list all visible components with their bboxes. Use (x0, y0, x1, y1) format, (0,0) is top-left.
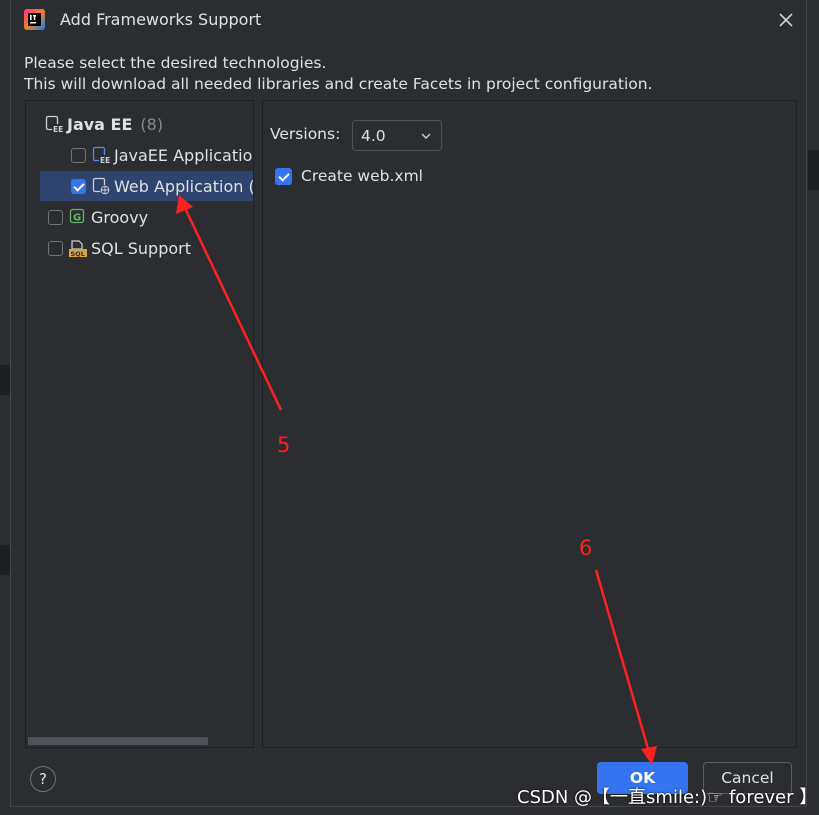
tree-item-label: SQL Support (91, 238, 191, 258)
svg-text:EE: EE (53, 125, 63, 133)
svg-text:SQL: SQL (71, 250, 85, 257)
create-webxml-option[interactable]: Create web.xml (275, 167, 423, 185)
dialog-titlebar: Add Frameworks Support (11, 0, 806, 40)
versions-dropdown[interactable]: 4.0 (352, 120, 442, 151)
tree-item-groovy[interactable]: G Groovy (48, 202, 148, 232)
sql-support-checkbox[interactable] (48, 240, 63, 256)
javaee-app-icon: EE (92, 146, 110, 164)
ide-background-strip (0, 545, 10, 575)
tree-item-label: Groovy (91, 207, 149, 227)
web-app-icon (92, 177, 110, 195)
tree-item-label: JavaEE Application (114, 145, 254, 165)
groovy-icon: G (69, 208, 85, 224)
description-line-2: This will download all needed libraries … (24, 75, 653, 93)
chevron-down-icon (421, 133, 431, 139)
tree-item-label: Web Application ( (114, 176, 254, 196)
create-webxml-label: Create web.xml (301, 167, 423, 185)
svg-text:G: G (73, 213, 81, 224)
dialog-title: Add Frameworks Support (60, 10, 262, 29)
tree-item-sql-support[interactable]: SQL SQL Support (48, 233, 191, 263)
frameworks-tree: EE Java EE (8) EE JavaEE Application Web… (25, 100, 254, 748)
versions-label: Versions: (270, 125, 341, 143)
tree-horizontal-scrollbar[interactable] (28, 737, 208, 745)
help-button[interactable]: ? (30, 766, 56, 792)
javaee-application-checkbox[interactable] (71, 147, 86, 163)
tree-group-count: (8) (140, 114, 164, 134)
csdn-watermark: CSDN @【一直smile:)☞ forever 】 (517, 787, 818, 808)
javaee-group-icon: EE (45, 115, 63, 133)
tree-item-web-application[interactable]: Web Application ( (40, 171, 254, 201)
ide-background-strip (808, 150, 819, 190)
dialog-description: Please select the desired technologies. … (24, 53, 652, 95)
web-application-checkbox[interactable] (71, 178, 86, 194)
close-icon[interactable] (774, 8, 798, 32)
tree-group-javaee[interactable]: EE Java EE (8) (45, 109, 163, 139)
annotation-step-5: 5 (277, 433, 291, 457)
groovy-checkbox[interactable] (48, 209, 63, 225)
sql-icon: SQL (69, 240, 87, 257)
description-line-1: Please select the desired technologies. (24, 54, 327, 72)
ide-background-strip (0, 365, 10, 395)
intellij-app-icon (24, 9, 45, 30)
annotation-step-6: 6 (579, 536, 593, 560)
framework-settings-panel: Versions: 4.0 Create web.xml (262, 100, 797, 748)
tree-item-javaee-application[interactable]: EE JavaEE Application (71, 140, 254, 170)
versions-value: 4.0 (361, 126, 386, 145)
create-webxml-checkbox[interactable] (275, 167, 292, 185)
tree-group-label: Java EE (67, 114, 133, 134)
svg-text:EE: EE (100, 156, 110, 164)
add-frameworks-dialog: Add Frameworks Support Please select the… (10, 0, 807, 807)
